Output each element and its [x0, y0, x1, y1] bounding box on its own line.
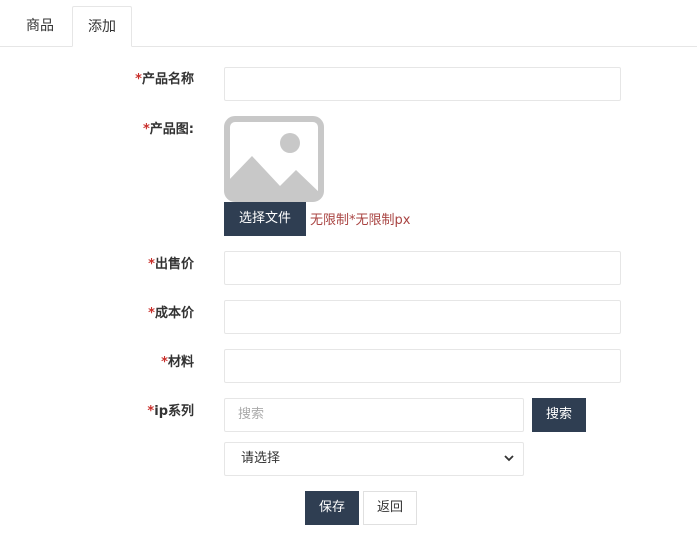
tab-bar: 商品 添加: [0, 0, 697, 47]
sale-price-input[interactable]: [224, 251, 621, 285]
product-name-input[interactable]: [224, 67, 621, 101]
select-value: 请选择: [241, 451, 281, 466]
cost-price-input[interactable]: [224, 300, 621, 334]
search-button[interactable]: 搜索: [532, 398, 586, 432]
material-input[interactable]: [224, 349, 621, 383]
required-mark: *: [135, 72, 142, 87]
ip-series-select[interactable]: 请选择: [224, 442, 524, 476]
cost-price-label: *成本价: [148, 306, 194, 321]
ip-search-input[interactable]: 搜索: [224, 398, 524, 432]
required-mark: *: [142, 122, 150, 137]
tab-products[interactable]: 商品: [10, 6, 70, 47]
required-mark: *: [148, 306, 155, 321]
choose-file-button[interactable]: 选择文件: [224, 202, 306, 236]
image-size-hint: 无限制*无限制px: [310, 213, 411, 228]
tab-add[interactable]: 添加: [72, 6, 132, 47]
product-name-label: *产品名称: [135, 72, 194, 87]
chevron-down-icon: [503, 444, 515, 486]
required-mark: *: [148, 257, 155, 272]
required-mark: *: [161, 355, 168, 370]
back-button[interactable]: 返回: [363, 491, 417, 525]
ip-series-label: *ip系列: [147, 404, 194, 419]
material-label: *材料: [161, 355, 194, 370]
image-placeholder-icon: [224, 116, 324, 202]
save-button[interactable]: 保存: [305, 491, 359, 525]
sale-price-label: *出售价: [148, 257, 194, 272]
product-image-label: *产品图:: [142, 122, 194, 137]
